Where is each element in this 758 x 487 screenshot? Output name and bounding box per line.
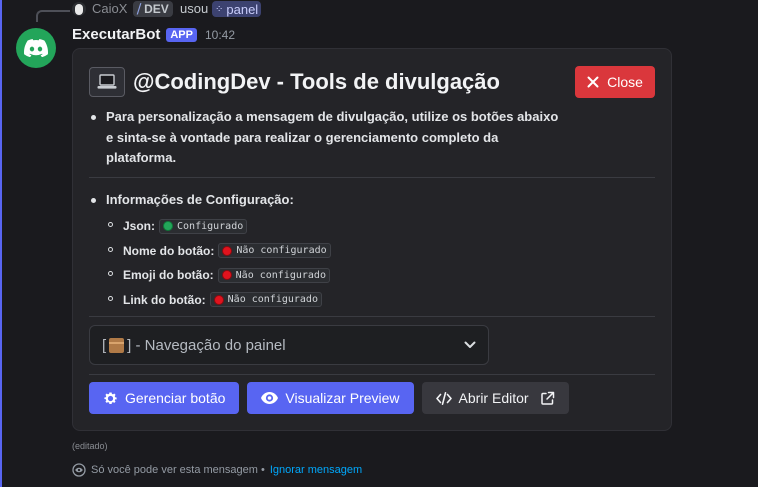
close-button-label: Close bbox=[607, 74, 643, 90]
manage-button-label: Gerenciar botão bbox=[125, 390, 226, 406]
config-heading: Informações de Configuração: bbox=[89, 190, 294, 211]
laptop-icon bbox=[89, 67, 125, 97]
config-label: Emoji do botão: bbox=[123, 268, 214, 283]
reply-user-avatar[interactable] bbox=[72, 2, 86, 16]
dismiss-message-link[interactable]: Ignorar mensagem bbox=[270, 464, 362, 476]
command-pill[interactable]: ⁘ panel bbox=[212, 1, 262, 17]
description-text: Para personalização a mensagem de divulg… bbox=[89, 107, 559, 169]
open-editor-button-label: Abrir Editor bbox=[458, 390, 529, 406]
divider bbox=[89, 316, 655, 317]
app-tag-label: DEV bbox=[144, 2, 169, 16]
command-icon: ⁘ bbox=[215, 3, 224, 15]
panel-title-row: @CodingDev - Tools de divulgação bbox=[89, 67, 500, 97]
eye-icon bbox=[72, 463, 86, 477]
panel-description: Para personalização a mensagem de divulg… bbox=[89, 107, 559, 169]
manage-button[interactable]: Gerenciar botão bbox=[89, 382, 240, 414]
status-chip: Não configurado bbox=[209, 292, 322, 308]
config-label: Link do botão: bbox=[123, 292, 206, 307]
config-label: Nome do botão: bbox=[123, 243, 215, 258]
status-text: Não configurado bbox=[235, 269, 326, 281]
slash-icon: ⧸ bbox=[137, 1, 142, 16]
preview-button-label: Visualizar Preview bbox=[285, 390, 400, 406]
divider bbox=[89, 177, 655, 178]
bot-name[interactable]: ExecutarBot bbox=[72, 26, 160, 43]
select-placeholder: [ ] - Navegação do painel bbox=[102, 337, 286, 354]
code-icon bbox=[435, 391, 452, 405]
command-name: panel bbox=[226, 1, 259, 17]
description-line: Para personalização a mensagem de divulg… bbox=[106, 109, 559, 124]
app-tag: ⧸ DEV bbox=[133, 1, 173, 17]
status-chip: Não configurado bbox=[218, 243, 331, 259]
green-circle-icon bbox=[163, 221, 174, 232]
panel-container: @CodingDev - Tools de divulgação Close P… bbox=[72, 48, 672, 431]
close-icon bbox=[587, 76, 599, 88]
app-badge: APP bbox=[166, 27, 197, 42]
package-box-icon bbox=[109, 337, 125, 353]
reply-action: usou bbox=[180, 1, 209, 16]
message-highlight-bar bbox=[0, 0, 2, 487]
select-label: ] - Navegação do painel bbox=[127, 336, 286, 354]
edited-label: (editado) bbox=[72, 441, 108, 451]
red-circle-icon bbox=[222, 245, 233, 256]
eye-icon bbox=[261, 392, 279, 404]
open-editor-button[interactable]: Abrir Editor bbox=[421, 382, 569, 414]
config-item-button-name: Nome do botão: Não configurado bbox=[106, 239, 331, 264]
status-chip: Não configurado bbox=[217, 267, 330, 283]
divider bbox=[89, 374, 655, 375]
description-line: e sinta-se à vontade para realizar o ger… bbox=[106, 129, 499, 145]
red-circle-icon bbox=[221, 270, 232, 281]
reply-spine bbox=[36, 10, 70, 22]
panel-title: @CodingDev - Tools de divulgação bbox=[133, 69, 500, 94]
bot-avatar[interactable] bbox=[16, 28, 56, 68]
red-circle-icon bbox=[213, 294, 224, 305]
status-text: Não configurado bbox=[227, 294, 318, 306]
external-link-icon bbox=[540, 391, 554, 405]
config-item-json: Json: Configurado bbox=[106, 214, 331, 239]
select-bracket: [ bbox=[102, 336, 107, 354]
config-item-button-link: Link do botão: Não configurado bbox=[106, 288, 331, 313]
navigation-select[interactable]: [ ] - Navegação do painel bbox=[89, 325, 489, 365]
chevron-down-icon bbox=[464, 341, 476, 348]
config-item-button-emoji: Emoji do botão: Não configurado bbox=[106, 263, 331, 288]
ephemeral-text: Só você pode ver esta mensagem • bbox=[91, 464, 265, 476]
config-list: Json: Configurado Nome do botão: Não con… bbox=[89, 214, 331, 312]
config-label: Json: bbox=[123, 219, 156, 234]
config-section: Informações de Configuração: bbox=[89, 190, 294, 211]
discord-logo-icon bbox=[24, 39, 48, 57]
status-text: Configurado bbox=[177, 220, 244, 232]
status-text: Não configurado bbox=[236, 245, 327, 257]
status-chip: Configurado bbox=[159, 218, 248, 234]
close-button[interactable]: Close bbox=[575, 66, 655, 98]
timestamp[interactable]: 10:42 bbox=[205, 28, 235, 42]
action-buttons: Gerenciar botão Visualizar Preview Abrir… bbox=[89, 382, 569, 414]
gear-icon bbox=[104, 392, 117, 404]
reply-user-name[interactable]: CaioX bbox=[92, 1, 127, 16]
description-line: plataforma. bbox=[106, 150, 177, 165]
message-header: ExecutarBot APP 10:42 bbox=[72, 26, 235, 43]
preview-button[interactable]: Visualizar Preview bbox=[247, 382, 414, 414]
ephemeral-notice: Só você pode ver esta mensagem • Ignorar… bbox=[72, 463, 362, 477]
